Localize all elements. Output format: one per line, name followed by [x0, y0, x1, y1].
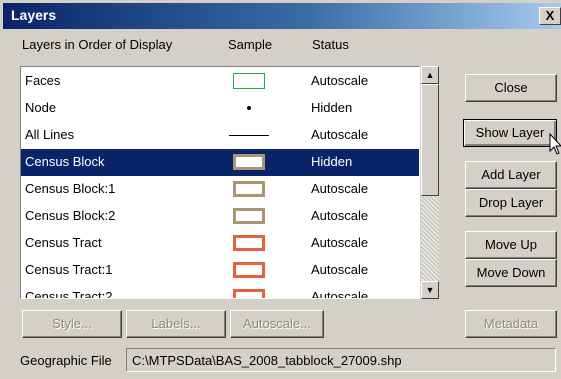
metadata-button[interactable]: Metadata [465, 310, 557, 338]
layer-row[interactable]: Census Block:1 Autoscale [21, 176, 419, 203]
layer-sample-swatch [229, 180, 269, 198]
layer-row[interactable]: Census Block:2 Autoscale [21, 203, 419, 230]
layer-row[interactable]: Faces Autoscale [21, 68, 419, 95]
scroll-track[interactable] [421, 196, 439, 281]
layer-name: Faces [25, 73, 61, 88]
layer-status: Autoscale [311, 289, 369, 299]
layer-status: Autoscale [311, 73, 369, 88]
close-button[interactable]: Close [465, 74, 557, 102]
autoscale-button[interactable]: Autoscale... [230, 310, 324, 338]
layer-name: Node [25, 100, 57, 115]
layer-name: Census Block:1 [25, 181, 116, 196]
layer-sample-swatch [229, 126, 269, 144]
move-up-button[interactable]: Move Up [465, 231, 557, 259]
scroll-up-button[interactable]: ▲ [421, 66, 439, 84]
layer-name: Census Block:2 [25, 208, 116, 223]
layer-row[interactable]: Census Block Hidden [21, 149, 419, 176]
layer-status: Autoscale [311, 208, 369, 223]
layer-sample-swatch [229, 234, 269, 252]
layers-list[interactable]: Faces Autoscale Node Hidden All Lines Autosca… [20, 66, 420, 299]
move-down-button[interactable]: Move Down [465, 259, 557, 287]
header-status: Status [312, 37, 349, 52]
dialog-title: Layers [11, 7, 57, 23]
layer-name: Census Tract [25, 235, 102, 250]
layer-status: Hidden [311, 154, 353, 169]
geographic-file-field: C:\MTPSData\BAS_2008_tabblock_27009.shp [126, 348, 556, 372]
layer-name: Census Tract:1 [25, 262, 113, 277]
geographic-file-label: Geographic File [20, 353, 112, 368]
layer-sample-swatch [229, 153, 269, 171]
up-arrow-icon: ▲ [425, 70, 435, 80]
layer-row[interactable]: Node Hidden [21, 95, 419, 122]
layer-name: Census Block [25, 154, 105, 169]
add-layer-button[interactable]: Add Layer [465, 161, 557, 189]
layer-status: Autoscale [311, 235, 369, 250]
layer-sample-swatch [229, 288, 269, 298]
layer-row[interactable]: Census Tract:1 Autoscale [21, 257, 419, 284]
layer-name: Census Tract:2 [25, 289, 113, 299]
labels-button[interactable]: Labels... [126, 310, 226, 338]
close-window-button[interactable]: X [539, 7, 561, 25]
header-sample: Sample [228, 37, 273, 52]
title-bar[interactable]: Layers X [3, 3, 561, 29]
layer-status: Autoscale [311, 181, 369, 196]
layer-row[interactable]: Census Tract:2 Autoscale [21, 284, 419, 299]
scroll-thumb[interactable] [421, 84, 439, 196]
layer-sample-swatch [229, 72, 269, 90]
layer-name: All Lines [25, 127, 75, 142]
down-arrow-icon: ▼ [425, 285, 435, 295]
style-button[interactable]: Style... [22, 310, 122, 338]
layer-status: Hidden [311, 100, 353, 115]
layer-sample-swatch [229, 207, 269, 225]
show-layer-button[interactable]: Show Layer [463, 119, 557, 147]
layer-row[interactable]: All Lines Autoscale [21, 122, 419, 149]
drop-layer-button[interactable]: Drop Layer [465, 189, 557, 217]
mouse-cursor-icon [549, 133, 561, 155]
layer-sample-swatch [229, 261, 269, 279]
layers-list-scrollbar[interactable]: ▲ ▼ [420, 66, 439, 299]
layer-row[interactable]: Census Tract Autoscale [21, 230, 419, 257]
layer-status: Autoscale [311, 127, 369, 142]
layer-sample-swatch [229, 99, 269, 117]
header-layers: Layers in Order of Display [22, 37, 173, 52]
layers-dialog: Layers X Layers in Order of Display Samp… [0, 0, 561, 379]
scroll-down-button[interactable]: ▼ [421, 281, 439, 299]
layer-status: Autoscale [311, 262, 369, 277]
